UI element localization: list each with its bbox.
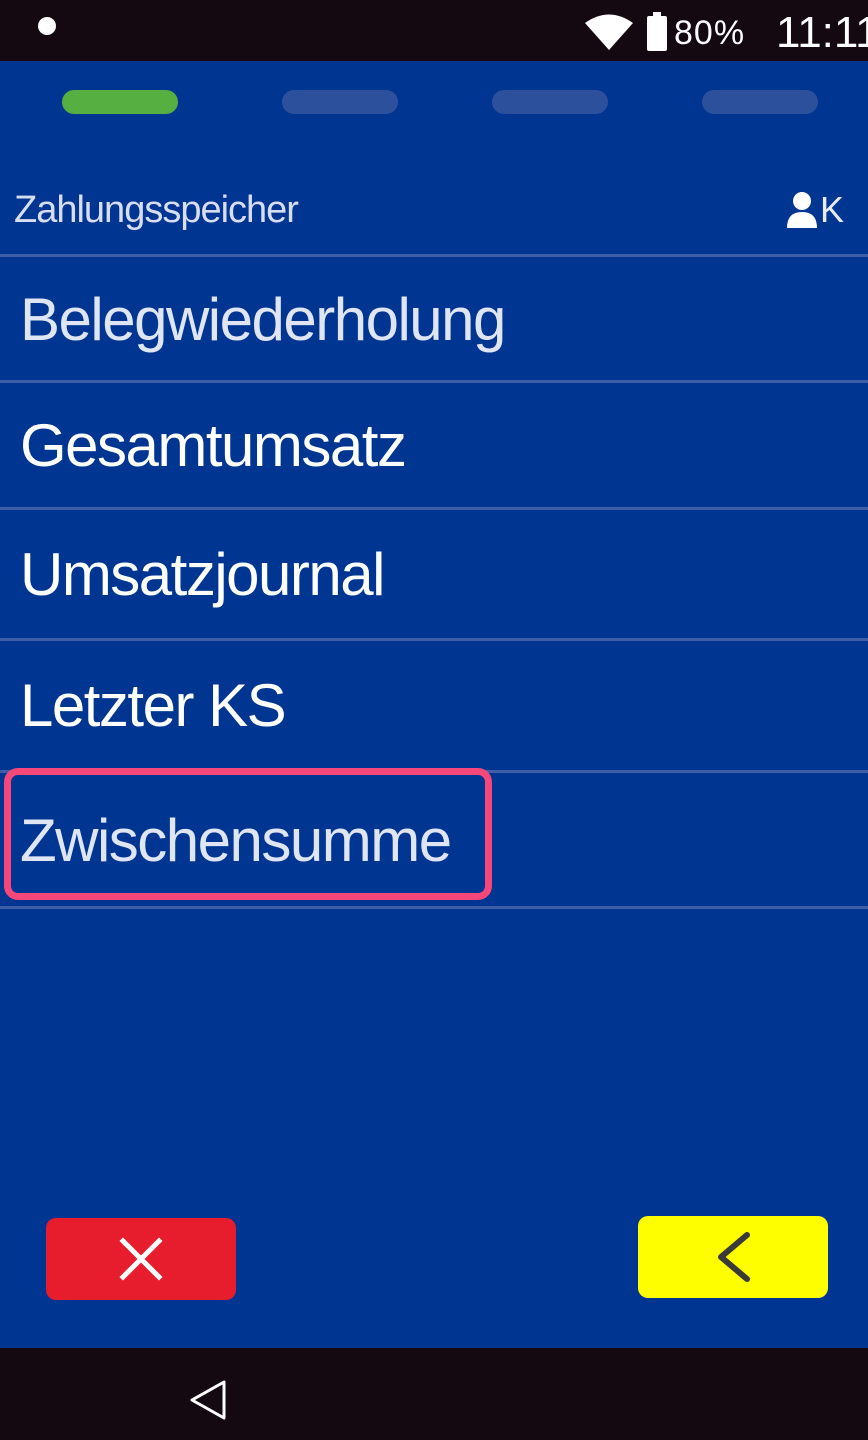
page-title: Zahlungsspeicher [14,189,299,231]
user-indicator: K [786,188,844,232]
progress-step-1 [62,90,178,114]
battery-percentage: 80% [674,14,746,52]
nav-back-icon[interactable] [188,1378,228,1422]
menu-item-gesamtumsatz[interactable]: Gesamtumsatz [0,383,868,507]
close-icon [119,1237,163,1281]
wifi-icon [585,14,633,50]
status-bar: 80% 11:11 [0,0,868,61]
battery-icon [647,12,667,51]
progress-step-2 [282,90,398,114]
menu-item-label: Letzter KS [20,671,287,739]
highlight-box [4,768,492,900]
cancel-button[interactable] [46,1218,236,1300]
clock: 11:11 [776,8,868,57]
menu-item-letzter-ks[interactable]: Letzter KS [0,641,868,769]
progress-step-3 [492,90,608,114]
user-icon [787,192,817,228]
chevron-left-icon [718,1232,750,1282]
menu-item-umsatzjournal[interactable]: Umsatzjournal [0,510,868,638]
menu-item-label: Belegwiederholung [20,285,506,353]
menu-divider [0,906,868,909]
user-label: K [820,189,845,230]
notification-dot-icon [38,17,56,35]
back-button[interactable] [638,1216,828,1298]
menu-item-label: Gesamtumsatz [20,411,407,479]
menu-item-label: Umsatzjournal [20,540,385,608]
menu-item-belegwiederholung[interactable]: Belegwiederholung [0,257,868,381]
progress-step-4 [702,90,818,114]
navigation-bar [0,1348,868,1440]
